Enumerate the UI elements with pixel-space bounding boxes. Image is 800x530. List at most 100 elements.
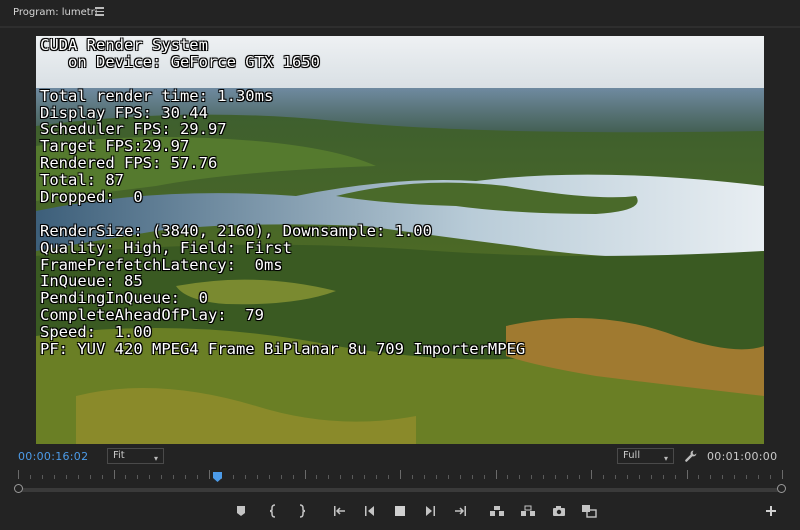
ruler-tick (746, 475, 747, 479)
ruler-tick (281, 475, 282, 479)
ruler-tick (102, 475, 103, 479)
chevron-down-icon: ▾ (153, 454, 158, 463)
zoom-scrollbar[interactable] (17, 488, 783, 492)
go-to-out-icon[interactable] (451, 502, 469, 520)
ruler-tick (364, 475, 365, 479)
playback-resolution-dropdown[interactable]: Full ▾ (617, 448, 674, 464)
step-forward-icon[interactable] (421, 502, 439, 520)
ruler-tick (507, 475, 508, 479)
ruler-tick (388, 475, 389, 479)
ruler-tick (90, 475, 91, 479)
ruler-tick (579, 475, 580, 479)
overlay-line: Rendered FPS: 57.76 (40, 154, 218, 173)
ruler-tick (555, 475, 556, 479)
ruler-tick (770, 475, 771, 479)
extract-icon[interactable] (519, 502, 537, 520)
ruler-tick (436, 475, 437, 479)
export-frame-icon[interactable] (550, 502, 568, 520)
overlay-line (40, 71, 760, 88)
render-stats-overlay: CUDA Render System on Device: GeForce GT… (40, 37, 760, 358)
ruler-tick (687, 470, 688, 479)
ruler-tick (519, 475, 520, 479)
ruler-tick (710, 475, 711, 479)
ruler-tick (734, 475, 735, 479)
ruler-tick (675, 475, 676, 479)
ruler-tick (114, 470, 115, 479)
scrollbar-left-handle[interactable] (14, 484, 23, 493)
ruler-tick (698, 475, 699, 479)
overlay-line: Quality: High, Field: First (40, 238, 292, 257)
mark-in-icon[interactable] (265, 502, 283, 520)
ruler-tick (639, 475, 640, 479)
ruler-tick (78, 475, 79, 479)
mark-out-icon[interactable] (292, 502, 310, 520)
transport-controls (0, 502, 800, 520)
ruler-tick (448, 475, 449, 479)
time-ruler[interactable] (18, 467, 783, 481)
ruler-tick (484, 475, 485, 479)
overlay-line: Dropped: 0 (40, 188, 143, 207)
hamburger-menu-icon[interactable] (95, 7, 104, 16)
ruler-tick (125, 475, 126, 479)
ruler-tick (376, 475, 377, 479)
compare-view-icon[interactable] (580, 502, 598, 520)
panel-title[interactable]: Program: lumetri (13, 7, 98, 18)
ruler-tick (233, 475, 234, 479)
program-monitor-viewer[interactable]: CUDA Render System on Device: GeForce GT… (36, 36, 764, 444)
overlay-line: FramePrefetchLatency: 0ms (40, 255, 283, 274)
ruler-tick (615, 475, 616, 479)
ruler-tick (328, 475, 329, 479)
wrench-settings-icon[interactable] (684, 449, 698, 463)
ruler-tick (352, 475, 353, 479)
ruler-tick (30, 475, 31, 479)
overlay-line: PF: YUV 420 MPEG4 Frame BiPlanar 8u 709 … (40, 340, 526, 359)
overlay-line: CompleteAheadOfPlay: 79 (40, 306, 264, 325)
ruler-tick (460, 475, 461, 479)
go-to-in-icon[interactable] (331, 502, 349, 520)
ruler-tick (758, 475, 759, 479)
ruler-tick (293, 475, 294, 479)
ruler-tick (137, 475, 138, 479)
ruler-tick (412, 475, 413, 479)
overlay-line: on Device: GeForce GTX 1650 (40, 52, 320, 71)
ruler-tick (424, 475, 425, 479)
duration-timecode: 00:01:00:00 (707, 450, 778, 463)
overlay-line: RenderSize: (3840, 2160), Downsample: 1.… (40, 221, 432, 240)
overlay-line: Speed: 1.00 (40, 323, 152, 342)
overlay-line: InQueue: 85 (40, 272, 143, 291)
playback-resolution-value: Full (623, 450, 641, 461)
ruler-tick (722, 475, 723, 479)
ruler-tick (305, 470, 306, 479)
overlay-line: PendingInQueue: 0 (40, 289, 208, 308)
overlay-line: Display FPS: 30.44 (40, 103, 208, 122)
overlay-line: Total: 87 (40, 171, 124, 190)
ruler-tick (651, 475, 652, 479)
add-marker-icon[interactable] (232, 502, 250, 520)
ruler-tick (18, 470, 19, 479)
panel-divider (0, 26, 800, 28)
lift-icon[interactable] (488, 502, 506, 520)
add-button-icon[interactable] (762, 502, 780, 520)
ruler-tick (66, 475, 67, 479)
step-back-icon[interactable] (361, 502, 379, 520)
ruler-tick (782, 470, 783, 479)
zoom-level-dropdown[interactable]: Fit ▾ (107, 448, 164, 464)
ruler-tick (543, 475, 544, 479)
current-timecode[interactable]: 00:00:16:02 (18, 450, 88, 463)
ruler-tick (209, 470, 210, 479)
scrollbar-right-handle[interactable] (777, 484, 786, 493)
ruler-tick (245, 475, 246, 479)
overlay-line: Scheduler FPS: 29.97 (40, 120, 227, 139)
zoom-level-value: Fit (113, 450, 125, 461)
ruler-tick (269, 475, 270, 479)
ruler-tick (603, 475, 604, 479)
ruler-tick (663, 475, 664, 479)
ruler-tick (173, 475, 174, 479)
stop-icon[interactable] (391, 502, 409, 520)
chevron-down-icon: ▾ (663, 454, 668, 463)
overlay-line: Target FPS:29.97 (40, 137, 190, 156)
ruler-tick (42, 475, 43, 479)
ruler-tick (161, 475, 162, 479)
ruler-tick (149, 475, 150, 479)
ruler-tick (340, 475, 341, 479)
